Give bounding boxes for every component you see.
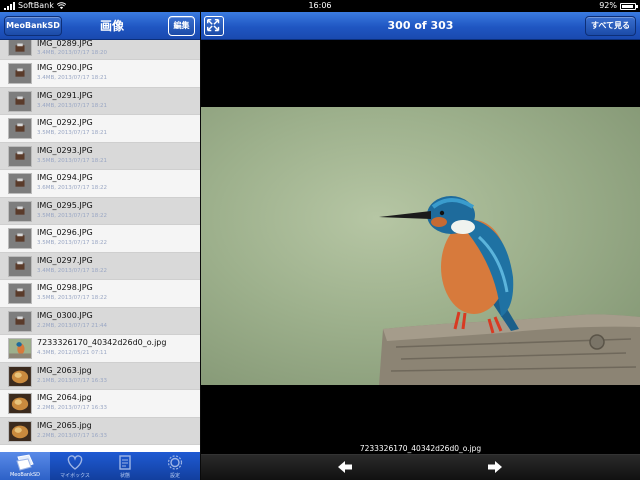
file-meta: 4.3MB, 2012/05/21 07:11 [37, 350, 108, 356]
file-thumbnail [8, 118, 32, 139]
file-row[interactable]: IMG_0289.JPG 3.4MB, 2013/07/17 18:20 [0, 40, 200, 60]
file-name: IMG_0296.JPG [37, 228, 93, 237]
viewer-filename: 7233326170_40342d26d0_o.jpg [359, 444, 482, 453]
file-thumbnail [8, 200, 32, 222]
photo-viewer[interactable]: 7233326170_40342d26d0_o.jpg [201, 41, 640, 480]
file-meta: 2.2MB, 2013/07/17 16:33 [37, 432, 108, 439]
tab-label: MeoBankSD [9, 472, 41, 478]
file-row[interactable]: IMG_0291.JPG 3.4MB, 2013/07/17 18:21 [0, 87, 200, 115]
file-meta: 3.5MB, 2013/07/17 18:22 [37, 212, 108, 219]
sd-card-icon [14, 454, 36, 471]
previous-arrow-icon[interactable] [337, 460, 353, 474]
tab-label: 状態 [119, 473, 130, 479]
file-thumbnail [8, 365, 32, 387]
file-thumbnail [8, 310, 32, 332]
edit-button[interactable]: 編集 [168, 16, 195, 36]
file-thumbnail [8, 145, 32, 167]
file-name: IMG_2065.jpg [37, 420, 92, 430]
file-meta: 2.2MB, 2013/07/17 16:33 [37, 405, 108, 411]
file-name: IMG_0294.JPG [37, 173, 93, 182]
file-row[interactable]: IMG_2065.jpg 2.2MB, 2013/07/17 16:33 [0, 417, 200, 445]
photo-image[interactable] [201, 107, 640, 385]
file-name: IMG_0292.JPG [37, 118, 93, 127]
file-row[interactable]: IMG_0297.JPG 3.4MB, 2013/07/17 18:22 [0, 252, 200, 280]
file-meta: 2.2MB, 2013/07/17 21:44 [37, 322, 108, 329]
tab-bar: MeoBankSD マイボックス 状態 設定 [0, 452, 200, 480]
file-thumbnail [8, 228, 32, 249]
back-button[interactable]: MeoBankSD [4, 16, 62, 36]
file-name: 7233326170_40342d26d0_o.jpg [37, 338, 167, 347]
battery-group: 92% [599, 0, 638, 12]
file-row[interactable]: IMG_0295.JPG 3.5MB, 2013/07/17 18:22 [0, 197, 200, 225]
battery-percent: 92% [599, 1, 617, 10]
file-thumbnail [8, 283, 32, 304]
file-list[interactable]: IMG_0289.JPG 3.4MB, 2013/07/17 18:20 IMG_0… [0, 40, 200, 452]
file-thumbnail [8, 338, 32, 359]
file-name: IMG_2064.jpg [37, 393, 92, 402]
file-thumbnail [8, 40, 32, 56]
file-row[interactable]: IMG_0290.JPG 3.4MB, 2013/07/17 18:21 [0, 60, 200, 88]
file-thumbnail [8, 420, 32, 442]
file-name: IMG_2063.jpg [37, 365, 92, 375]
app-root: SoftBank 16:06 92% MeoBankSD 画像 編集 300 o… [0, 0, 640, 480]
file-name: IMG_0298.JPG [37, 283, 93, 292]
file-name: IMG_0295.JPG [37, 200, 93, 210]
tab-mybox[interactable]: マイボックス [50, 452, 100, 480]
file-row[interactable]: IMG_2063.jpg 2.1MB, 2013/07/17 16:33 [0, 362, 200, 390]
file-meta: 3.4MB, 2013/07/17 18:20 [37, 50, 108, 56]
file-meta: 3.6MB, 2013/07/17 18:22 [37, 185, 108, 191]
file-row[interactable]: IMG_0300.JPG 2.2MB, 2013/07/17 21:44 [0, 307, 200, 335]
see-all-button[interactable]: すべて見る [585, 16, 636, 36]
file-thumbnail [8, 173, 32, 194]
file-name: IMG_0297.JPG [37, 255, 93, 265]
next-arrow-icon[interactable] [487, 460, 503, 474]
file-name: IMG_0300.JPG [37, 310, 93, 320]
file-meta: 3.5MB, 2013/07/17 18:21 [37, 157, 108, 164]
file-meta: 3.5MB, 2013/07/17 18:22 [37, 240, 108, 246]
file-meta: 2.1MB, 2013/07/17 16:33 [37, 377, 108, 384]
list-nav-bar: MeoBankSD 画像 編集 [0, 12, 200, 40]
battery-icon [620, 2, 638, 10]
file-thumbnail [8, 255, 32, 277]
heart-icon [64, 454, 86, 471]
tab-status[interactable]: 状態 [100, 452, 150, 480]
file-meta: 3.4MB, 2013/07/17 18:21 [37, 75, 108, 81]
tab-meobanksd[interactable]: MeoBankSD [0, 452, 50, 480]
tab-label: マイボックス [60, 473, 90, 479]
file-row[interactable]: IMG_0296.JPG 3.5MB, 2013/07/17 18:22 [0, 225, 200, 253]
file-meta: 3.5MB, 2013/07/17 18:22 [37, 295, 108, 301]
tab-settings[interactable]: 設定 [150, 452, 200, 480]
tab-label: 設定 [169, 473, 180, 479]
file-row[interactable]: IMG_0293.JPG 3.5MB, 2013/07/17 18:21 [0, 142, 200, 170]
file-thumbnail [8, 393, 32, 414]
file-row[interactable]: IMG_2064.jpg 2.2MB, 2013/07/17 16:33 [0, 390, 200, 418]
file-name: IMG_0293.JPG [37, 145, 93, 155]
status-time: 16:06 [308, 1, 332, 10]
file-thumbnail [8, 90, 32, 112]
file-name: IMG_0290.JPG [37, 63, 93, 72]
viewer-toolbar [201, 454, 640, 480]
gear-icon [164, 454, 186, 471]
file-row[interactable]: IMG_0298.JPG 3.5MB, 2013/07/17 18:22 [0, 280, 200, 308]
file-name: IMG_0289.JPG [37, 40, 93, 48]
file-row[interactable]: IMG_0292.JPG 3.5MB, 2013/07/17 18:21 [0, 115, 200, 143]
list-title: 画像 [99, 19, 124, 33]
file-row[interactable]: 7233326170_40342d26d0_o.jpg 4.3MB, 2012/0… [0, 335, 200, 363]
viewer-nav-bar: 300 of 303 すべて見る [201, 12, 640, 40]
kingfisher-photo [379, 196, 640, 385]
status-bar: SoftBank 16:06 92% [0, 0, 640, 12]
photo-counter: 300 of 303 [387, 19, 454, 32]
file-row[interactable]: IMG_0294.JPG 3.6MB, 2013/07/17 18:22 [0, 170, 200, 198]
file-meta: 3.4MB, 2013/07/17 18:22 [37, 267, 108, 274]
file-meta: 3.4MB, 2013/07/17 18:21 [37, 102, 108, 109]
file-name: IMG_0291.JPG [37, 90, 93, 100]
file-meta: 3.5MB, 2013/07/17 18:21 [37, 130, 108, 136]
status-icon [114, 454, 136, 471]
file-thumbnail [8, 63, 32, 84]
